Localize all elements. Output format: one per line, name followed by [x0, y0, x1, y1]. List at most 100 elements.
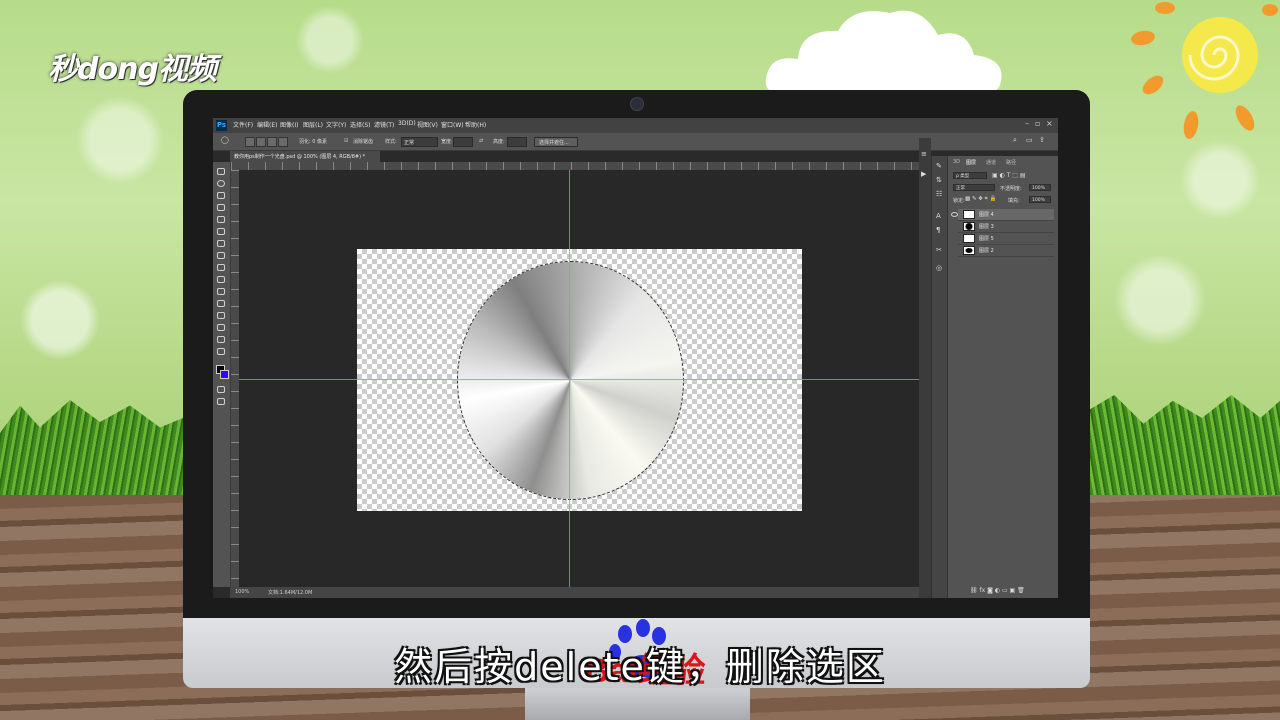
menu-image[interactable]: 图像(I): [280, 120, 298, 129]
style-select[interactable]: 正常: [401, 137, 438, 147]
quick-mask-icon[interactable]: [217, 386, 225, 393]
character-panel-icon[interactable]: A: [936, 212, 941, 220]
maximize-icon[interactable]: ▫: [1035, 119, 1040, 128]
layer-row[interactable]: 图层 2: [958, 245, 1054, 257]
menu-file[interactable]: 文件(F): [233, 120, 253, 129]
menu-select[interactable]: 选择(S): [350, 120, 371, 129]
marquee-tool-icon[interactable]: ◯: [221, 136, 229, 144]
color-panel-icon[interactable]: ✎: [936, 162, 942, 170]
menu-view[interactable]: 视图(V): [417, 120, 438, 129]
layer-filter-select[interactable]: ρ 类型: [953, 172, 987, 179]
tool-presets-icon[interactable]: ✂: [936, 246, 942, 254]
menu-3d[interactable]: 3D(D): [398, 120, 416, 127]
style-value: 正常: [404, 140, 415, 146]
dodge-tool-icon[interactable]: [217, 324, 225, 331]
elliptical-marquee-tool-icon[interactable]: [217, 180, 225, 187]
status-bar: 100% 文档:1.64M/12.0M: [230, 587, 919, 598]
menu-filter[interactable]: 滤镜(T): [374, 120, 394, 129]
photoshop-logo-icon: Ps: [216, 120, 227, 131]
guide-horizontal[interactable]: [239, 379, 919, 380]
blur-tool-icon[interactable]: [217, 312, 225, 319]
subtract-selection-button[interactable]: [267, 137, 277, 147]
zoom-level[interactable]: 100%: [235, 589, 249, 595]
menu-edit[interactable]: 编辑(E): [257, 120, 277, 129]
layer-row[interactable]: 图层 5: [958, 233, 1054, 245]
share-icon[interactable]: ⇪: [1039, 136, 1045, 144]
lock-label: 锁定:: [953, 198, 965, 204]
workspace-icon[interactable]: ▭: [1026, 136, 1033, 144]
tab-3d[interactable]: 3D: [953, 159, 960, 165]
sun-icon: [1131, 2, 1278, 139]
screen-mode-icon[interactable]: [217, 398, 225, 405]
move-tool-icon[interactable]: [217, 168, 225, 175]
cloud-icon: [765, 10, 1002, 94]
blend-mode-select[interactable]: 正常: [953, 184, 995, 191]
actions-panel-icon[interactable]: ▶: [921, 170, 926, 178]
tools-panel: [213, 162, 231, 587]
select-and-mask-button[interactable]: 选择并遮住...: [534, 137, 578, 147]
adjustments-panel-icon[interactable]: ⇅: [936, 176, 942, 184]
type-tool-icon[interactable]: [217, 348, 225, 355]
eyedropper-tool-icon[interactable]: [217, 228, 225, 235]
libraries-icon[interactable]: ◎: [936, 264, 942, 272]
lasso-tool-icon[interactable]: [217, 192, 225, 199]
antialias-label: 消除锯齿: [353, 139, 374, 145]
height-input[interactable]: [507, 137, 527, 147]
video-subtitle: 然后按delete键，删除选区: [394, 645, 886, 689]
paragraph-panel-icon[interactable]: ¶: [936, 226, 940, 234]
crop-tool-icon[interactable]: [217, 216, 225, 223]
menu-layer[interactable]: 图层(L): [303, 120, 323, 129]
layer-name: 图层 2: [979, 248, 994, 254]
history-panel-icon[interactable]: ≡: [921, 150, 927, 158]
add-selection-button[interactable]: [256, 137, 266, 147]
panel-icon-dock: ✎ ⇅ ☷ A ¶ ✂ ◎: [931, 156, 948, 598]
grass-right: [1085, 395, 1280, 510]
antialias-checkbox-icon[interactable]: ☑: [344, 138, 348, 144]
menu-type[interactable]: 文字(Y): [326, 120, 346, 129]
new-selection-button[interactable]: [245, 137, 255, 147]
fill-input[interactable]: 100%: [1029, 196, 1051, 203]
ruler-vertical[interactable]: [231, 170, 239, 587]
monitor-stand: [525, 688, 750, 720]
background-color-swatch[interactable]: [220, 370, 229, 379]
document-tab[interactable]: 教你用ps制作一个光盘.psd @ 100% (图层 4, RGB/8#) *: [230, 151, 380, 162]
opacity-input[interactable]: 100%: [1029, 184, 1051, 191]
brush-tool-icon[interactable]: [217, 252, 225, 259]
menu-help[interactable]: 帮助(H): [465, 120, 486, 129]
gradient-tool-icon[interactable]: [217, 300, 225, 307]
pen-tool-icon[interactable]: [217, 336, 225, 343]
cd-disc-layer[interactable]: [457, 261, 684, 500]
quick-select-tool-icon[interactable]: [217, 204, 225, 211]
tab-layers[interactable]: 图层: [966, 159, 976, 166]
clone-stamp-tool-icon[interactable]: [217, 264, 225, 271]
fill-label: 填充:: [1008, 198, 1020, 204]
brand-logo: 秒dong视频: [48, 44, 248, 90]
visibility-eye-icon[interactable]: [951, 212, 958, 217]
search-icon[interactable]: ⌕: [1013, 136, 1017, 145]
properties-panel-icon[interactable]: ☷: [936, 190, 942, 198]
layer-thumbnail: [963, 246, 975, 255]
height-label: 高度:: [493, 139, 505, 145]
lock-options-icon[interactable]: ▩ ✎ ✥ ⌗ 🔒: [965, 196, 996, 203]
document-size: 文档:1.64M/12.0M: [268, 590, 313, 596]
layer-row[interactable]: 图层 4: [951, 209, 1054, 221]
swap-icon[interactable]: ⇄: [479, 138, 483, 144]
layer-actions-icon[interactable]: ⛓ fx ◙ ◐ ▭ ▣ 🗑: [970, 587, 1025, 594]
healing-brush-tool-icon[interactable]: [217, 240, 225, 247]
menu-window[interactable]: 窗口(W): [441, 120, 464, 129]
feather-field[interactable]: 羽化: 0 像素: [299, 138, 327, 145]
minimize-icon[interactable]: –: [1025, 119, 1029, 128]
history-brush-tool-icon[interactable]: [217, 276, 225, 283]
filter-pixel-icon[interactable]: ▣ ◐ T ⬚ ▤: [992, 172, 1026, 179]
eraser-tool-icon[interactable]: [217, 288, 225, 295]
webcam-icon: [630, 97, 644, 111]
layer-thumbnail: [963, 234, 975, 243]
intersect-selection-button[interactable]: [278, 137, 288, 147]
tab-channels[interactable]: 通道: [986, 159, 996, 166]
width-input[interactable]: [453, 137, 473, 147]
width-label: 宽度:: [441, 139, 453, 145]
ruler-horizontal[interactable]: [231, 162, 919, 170]
close-icon[interactable]: ×: [1046, 119, 1053, 128]
tab-paths[interactable]: 路径: [1006, 159, 1016, 166]
layer-row[interactable]: 图层 3: [958, 221, 1054, 233]
